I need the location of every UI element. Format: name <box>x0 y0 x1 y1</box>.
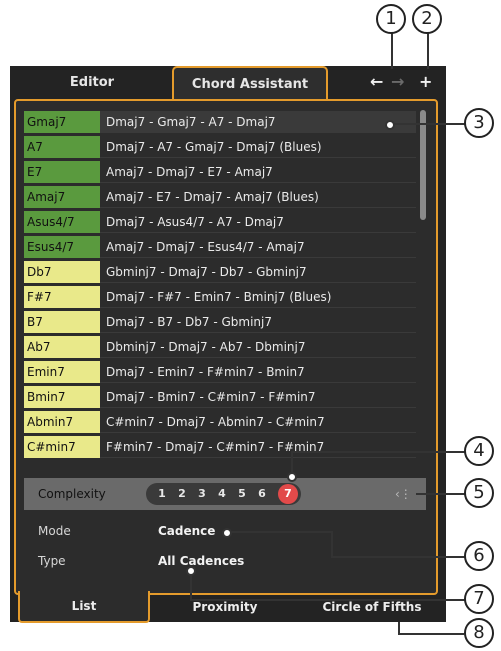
callout-2: 2 <box>412 4 442 34</box>
list-item[interactable]: Gmaj7 Dmaj7 - Gmaj7 - A7 - Dmaj7 <box>24 111 416 133</box>
callout-4-dot <box>287 472 297 482</box>
progression-cell: Amaj7 - Dmaj7 - E7 - Amaj7 <box>100 161 416 183</box>
progression-cell: Dbminj7 - Dmaj7 - Ab7 - Dbminj7 <box>100 336 416 358</box>
list-item[interactable]: Abmin7 C#min7 - Dmaj7 - Abmin7 - C#min7 <box>24 411 416 433</box>
tab-proximity[interactable]: Proximity <box>160 593 290 621</box>
progression-cell: Dmaj7 - B7 - Db7 - Gbminj7 <box>100 311 416 333</box>
list-item[interactable]: Ab7 Dbminj7 - Dmaj7 - Ab7 - Dbminj7 <box>24 336 416 358</box>
chord-cell: B7 <box>24 311 100 333</box>
list-item[interactable]: B7 Dmaj7 - B7 - Db7 - Gbminj7 <box>24 311 416 333</box>
tab-list[interactable]: List <box>18 591 150 623</box>
progression-cell: F#min7 - Dmaj7 - C#min7 - F#min7 <box>100 436 416 458</box>
chord-cell: Esus4/7 <box>24 236 100 258</box>
progression-cell: Amaj7 - E7 - Dmaj7 - Amaj7 (Blues) <box>100 186 416 208</box>
list-item[interactable]: Bmin7 Dmaj7 - Bmin7 - C#min7 - F#min7 <box>24 386 416 408</box>
tab-editor[interactable]: Editor <box>44 66 140 100</box>
tab-circle-of-fifths[interactable]: Circle of Fifths <box>306 593 438 621</box>
progression-cell: Gbminj7 - Dmaj7 - Db7 - Gbminj7 <box>100 261 416 283</box>
callout-8-leader-h <box>398 633 464 635</box>
progression-cell: Dmaj7 - Emin7 - F#min7 - Bmin7 <box>100 361 416 383</box>
list-item[interactable]: C#min7 F#min7 - Dmaj7 - C#min7 - F#min7 <box>24 436 416 458</box>
callout-3-leader <box>386 123 466 125</box>
callout-6-dot <box>222 528 232 538</box>
chord-cell: C#min7 <box>24 436 100 458</box>
callout-4: 4 <box>464 436 494 466</box>
callout-3: 3 <box>464 108 494 138</box>
add-icon[interactable]: + <box>419 72 432 92</box>
progression-cell: Dmaj7 - Asus4/7 - A7 - Dmaj7 <box>100 211 416 233</box>
chord-cell: Db7 <box>24 261 100 283</box>
complexity-level-7-selected[interactable]: 7 <box>278 484 298 504</box>
callout-6-leader-v <box>331 531 333 557</box>
list-item[interactable]: Db7 Gbminj7 - Dmaj7 - Db7 - Gbminj7 <box>24 261 416 283</box>
progression-cell: Amaj7 - Dmaj7 - Esus4/7 - Amaj7 <box>100 236 416 258</box>
callout-5: 5 <box>464 478 494 508</box>
progression-cell: Dmaj7 - F#7 - Emin7 - Bminj7 (Blues) <box>100 286 416 308</box>
complexity-level-1[interactable]: 1 <box>153 483 171 505</box>
complexity-level-5[interactable]: 5 <box>233 483 251 505</box>
list-item[interactable]: Amaj7 Amaj7 - E7 - Dmaj7 - Amaj7 (Blues) <box>24 186 416 208</box>
callout-3-dot <box>385 120 395 130</box>
chord-cell: A7 <box>24 136 100 158</box>
callout-8: 8 <box>464 618 494 648</box>
type-label: Type <box>38 554 66 568</box>
callout-6: 6 <box>464 541 494 571</box>
complexity-label: Complexity <box>38 487 106 501</box>
progression-cell: Dmaj7 - A7 - Gmaj7 - Dmaj7 (Blues) <box>100 136 416 158</box>
chord-cell: F#7 <box>24 286 100 308</box>
chord-cell: Ab7 <box>24 336 100 358</box>
back-arrow-icon[interactable]: ← <box>370 72 383 92</box>
complexity-level-4[interactable]: 4 <box>213 483 231 505</box>
chord-cell: Abmin7 <box>24 411 100 433</box>
chord-cell: Emin7 <box>24 361 100 383</box>
progression-cell: Dmaj7 - Gmaj7 - A7 - Dmaj7 <box>100 111 416 133</box>
chord-cell: Gmaj7 <box>24 111 100 133</box>
chord-list[interactable]: Gmaj7 Dmaj7 - Gmaj7 - A7 - Dmaj7 A7 Dmaj… <box>24 111 416 469</box>
list-scrollbar[interactable] <box>420 110 426 220</box>
chord-cell: Asus4/7 <box>24 211 100 233</box>
callout-6-leader-h <box>331 556 466 558</box>
callout-1: 1 <box>376 4 406 34</box>
callout-5-leader <box>416 493 468 495</box>
progression-cell: Dmaj7 - Bmin7 - C#min7 - F#min7 <box>100 386 416 408</box>
chord-cell: Amaj7 <box>24 186 100 208</box>
chord-cell: Bmin7 <box>24 386 100 408</box>
list-item[interactable]: Emin7 Dmaj7 - Emin7 - F#min7 - Bmin7 <box>24 361 416 383</box>
mode-value[interactable]: Cadence <box>158 524 215 538</box>
resize-handle-icon[interactable]: ‹⋮ <box>395 486 412 502</box>
callout-7-leader-h <box>190 599 466 601</box>
callout-4-leader-h <box>291 451 466 453</box>
callout-2-leader <box>427 33 429 69</box>
list-item[interactable]: E7 Amaj7 - Dmaj7 - E7 - Amaj7 <box>24 161 416 183</box>
complexity-level-2[interactable]: 2 <box>173 483 191 505</box>
type-value[interactable]: All Cadences <box>158 554 244 568</box>
tab-chord-assistant[interactable]: Chord Assistant <box>172 66 328 102</box>
chord-cell: E7 <box>24 161 100 183</box>
list-item[interactable]: Asus4/7 Dmaj7 - Asus4/7 - A7 - Dmaj7 <box>24 211 416 233</box>
forward-arrow-icon[interactable]: → <box>391 72 404 92</box>
callout-7-dot <box>186 566 196 576</box>
callout-1-leader <box>391 33 393 69</box>
list-item[interactable]: A7 Dmaj7 - A7 - Gmaj7 - Dmaj7 (Blues) <box>24 136 416 158</box>
callout-7: 7 <box>464 584 494 614</box>
list-item[interactable]: Esus4/7 Amaj7 - Dmaj7 - Esus4/7 - Amaj7 <box>24 236 416 258</box>
complexity-level-3[interactable]: 3 <box>193 483 211 505</box>
complexity-level-6[interactable]: 6 <box>253 483 271 505</box>
callout-6-leader <box>222 531 332 533</box>
progression-cell: C#min7 - Dmaj7 - Abmin7 - C#min7 <box>100 411 416 433</box>
list-item[interactable]: F#7 Dmaj7 - F#7 - Emin7 - Bminj7 (Blues) <box>24 286 416 308</box>
mode-label: Mode <box>38 524 71 538</box>
